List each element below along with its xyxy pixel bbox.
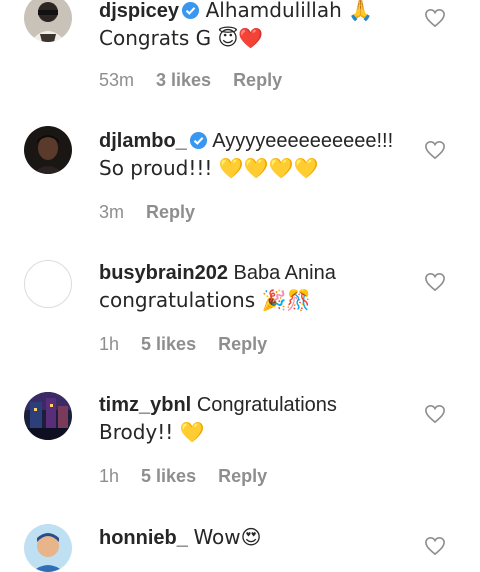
comment-text-line2: congratulations 🎉🎊 bbox=[99, 288, 312, 312]
comment-meta: 1h 5 likes Reply bbox=[99, 334, 289, 355]
comment-time: 53m bbox=[99, 70, 135, 90]
avatar-djspicey[interactable] bbox=[24, 0, 72, 42]
comment-text: Wow😍 bbox=[193, 525, 262, 549]
comment-body: busybrain202 Baba Anina congratulations … bbox=[99, 260, 424, 315]
comment-text: Alhamdulillah 🙏 bbox=[205, 0, 374, 22]
comment-meta: 3m Reply bbox=[99, 202, 217, 223]
avatar-busybrain202[interactable] bbox=[24, 260, 72, 308]
comment-likes[interactable]: 5 likes bbox=[141, 466, 196, 486]
comment-likes[interactable]: 3 likes bbox=[156, 70, 211, 90]
comment-text-line2: Brody!! 💛 bbox=[99, 420, 205, 444]
verified-badge-icon bbox=[189, 131, 207, 150]
comment-username[interactable]: busybrain202 bbox=[99, 262, 228, 284]
comment-body: honnieb_ Wow😍 bbox=[99, 524, 424, 552]
reply-button[interactable]: Reply bbox=[218, 334, 267, 354]
reply-button[interactable]: Reply bbox=[233, 70, 282, 90]
comment-username[interactable]: timz_ybnl bbox=[99, 394, 191, 416]
heart-outline-icon[interactable] bbox=[424, 272, 446, 292]
heart-outline-icon[interactable] bbox=[424, 536, 446, 556]
comment-username[interactable]: honnieb_ bbox=[99, 527, 188, 549]
reply-button[interactable]: Reply bbox=[218, 466, 267, 486]
comment-text: Baba Anina bbox=[233, 262, 336, 284]
comment-text: Ayyyyeeeeeeeeee!!! bbox=[212, 130, 394, 152]
comment-meta: 1h 5 likes Reply bbox=[99, 466, 289, 487]
comment-username[interactable]: djlambo_ bbox=[99, 130, 187, 152]
reply-button[interactable]: Reply bbox=[146, 202, 195, 222]
heart-outline-icon[interactable] bbox=[424, 404, 446, 424]
comment-meta: 53m 3 likes Reply bbox=[99, 70, 304, 91]
comment-body: djspicey Alhamdulillah 🙏 Congrats G 😇❤️ bbox=[99, 0, 424, 53]
heart-outline-icon[interactable] bbox=[424, 8, 446, 28]
heart-outline-icon[interactable] bbox=[424, 140, 446, 160]
comment-body: timz_ybnl Congratulations Brody!! 💛 bbox=[99, 392, 424, 447]
comment-text-line2: So proud!!! 💛💛💛💛 bbox=[99, 156, 319, 180]
comment-time: 1h bbox=[99, 466, 120, 486]
comment-body: djlambo_ Ayyyyeeeeeeeeee!!! So proud!!! … bbox=[99, 128, 424, 183]
verified-badge-icon bbox=[181, 1, 200, 20]
avatar-djlambo[interactable] bbox=[24, 126, 72, 174]
comment-time: 3m bbox=[99, 202, 125, 222]
avatar-honnieb[interactable] bbox=[24, 524, 72, 572]
comment-time: 1h bbox=[99, 334, 120, 354]
comment-text: Congratulations bbox=[196, 394, 337, 416]
avatar-timz-ybnl[interactable] bbox=[24, 392, 72, 440]
comment-username[interactable]: djspicey bbox=[99, 0, 179, 22]
comment-likes[interactable]: 5 likes bbox=[141, 334, 196, 354]
comment-text-line2: Congrats G 😇❤️ bbox=[99, 26, 264, 50]
